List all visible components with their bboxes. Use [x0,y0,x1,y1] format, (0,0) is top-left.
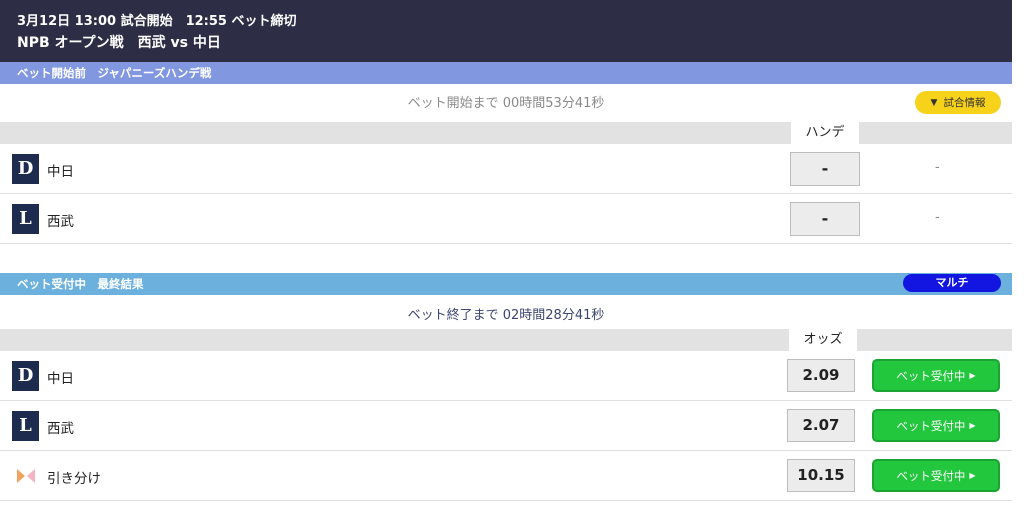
team-name: 引き分け [47,471,101,487]
match-title: NPB オープン戦 西武 vs 中日 [17,35,221,51]
hande-value-box: - [790,152,860,186]
hande-extra-value: - [935,160,940,175]
odds-value: 2.09 [787,359,855,392]
bet-button[interactable]: ベット受付中 ▶ [872,359,1000,392]
draw-icon [17,469,35,483]
lions-logo-icon: L [12,204,39,234]
match-info-label: 試合情報 [943,97,986,109]
bet-button-label: ベット受付中 [896,418,966,433]
lions-logo-icon: L [12,411,39,441]
bet-button[interactable]: ベット受付中 ▶ [872,409,1000,442]
odds-column-band [0,329,1012,351]
bet-button[interactable]: ベット受付中 ▶ [872,459,1000,492]
bet-button-label: ベット受付中 [896,368,966,383]
odds-row-draw: 引き分け 10.15 ベット受付中 ▶ [0,451,1012,501]
handicap-row-chunichi: D 中日 - - [0,144,1012,194]
odds-column-header: オッズ [789,329,857,351]
play-arrow-icon: ▶ [969,471,976,480]
final-result-section-bar: ベット受付中 最終結果 [0,273,1012,295]
play-arrow-icon: ▶ [969,371,976,380]
dragons-logo-icon: D [12,154,39,184]
odds-value: 10.15 [787,459,855,492]
final-countdown: ベット終了まで 02時間28分41秒 [407,308,605,323]
match-info-button[interactable]: ▼ 試合情報 [915,91,1001,114]
handicap-column-band [0,122,1012,144]
match-time: 3月12日 13:00 試合開始 12:55 ベット締切 [17,14,297,29]
odds-row-seibu: L 西武 2.07 ベット受付中 ▶ [0,401,1012,451]
team-name: 中日 [47,164,74,180]
handicap-countdown: ベット開始まで 00時間53分41秒 [407,96,605,111]
triangle-down-icon: ▼ [930,97,938,108]
handicap-column-header: ハンデ [791,122,859,144]
team-name: 西武 [47,421,74,437]
match-header: 3月12日 13:00 試合開始 12:55 ベット締切 NPB オープン戦 西… [0,0,1012,62]
dragons-logo-icon: D [12,361,39,391]
team-name: 中日 [47,371,74,387]
team-name: 西武 [47,214,74,230]
handicap-row-seibu: L 西武 - - [0,194,1012,244]
multi-badge[interactable]: マルチ [903,274,1001,292]
bet-button-label: ベット受付中 [896,468,966,483]
right-margin [1012,0,1024,524]
hande-extra-value: - [935,210,940,225]
odds-row-chunichi: D 中日 2.09 ベット受付中 ▶ [0,351,1012,401]
hande-value-box: - [790,202,860,236]
play-arrow-icon: ▶ [969,421,976,430]
handicap-section-bar: ベット開始前 ジャパニーズハンデ戦 [0,62,1012,84]
odds-value: 2.07 [787,409,855,442]
